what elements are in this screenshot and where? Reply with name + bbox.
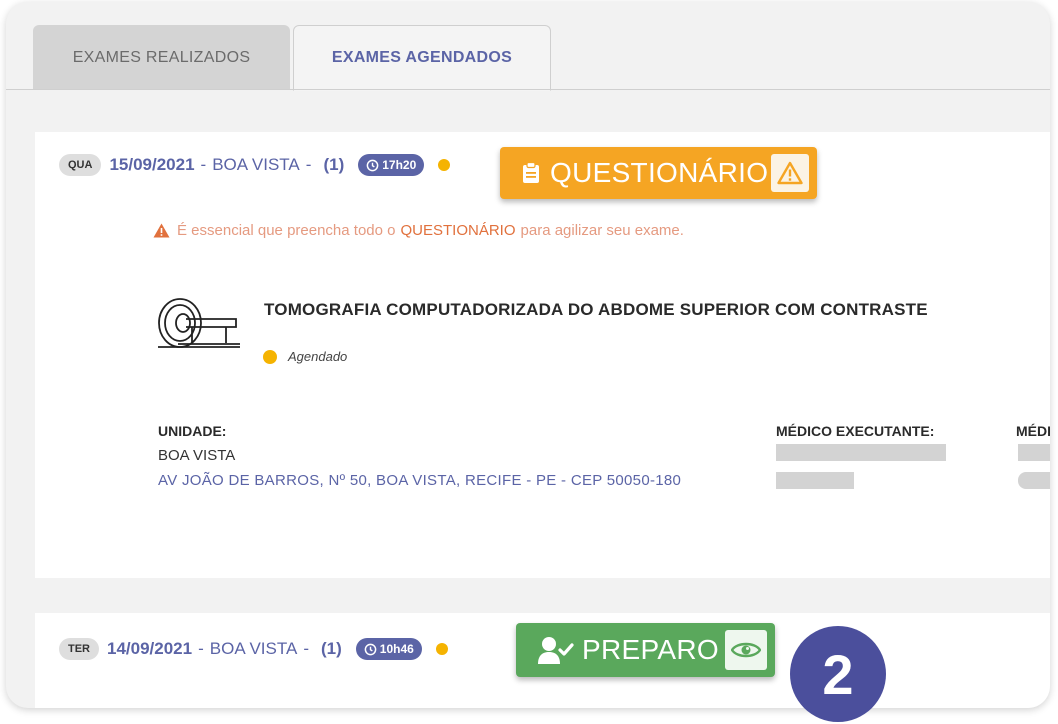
doctor-label: MÉDICO EXECUTANTE: [776,423,935,439]
tab-exames-agendados[interactable]: EXAMES AGENDADOS [293,25,551,91]
separator: - [305,155,312,174]
redacted-value [1018,472,1050,489]
questionario-warning: É essencial que preencha todo o QUESTION… [153,222,684,239]
appointment-time: 17h20 [382,158,417,172]
exam-status: Agendado [263,349,347,364]
unit-name: BOA VISTA [158,447,236,464]
separator: - [200,155,207,174]
warning-text-end: para agilizar seu exame. [520,222,684,239]
appointment-header: TER 14/09/2021 - BOA VISTA - (1) 10h46 [59,634,448,664]
tab-exames-realizados[interactable]: EXAMES REALIZADOS [33,25,290,90]
clock-icon [364,643,377,655]
warning-icon [771,154,809,192]
separator: - [303,639,309,658]
appointment-date: 15/09/2021 [109,155,195,174]
user-check-icon [538,636,574,664]
unit-address[interactable]: AV JOÃO DE BARROS, Nº 50, BOA VISTA, REC… [158,472,681,489]
appointment-unit: BOA VISTA [209,639,298,658]
appointment-date: 14/09/2021 [107,639,193,658]
clipboard-icon [522,162,540,184]
questionario-label: QUESTIONÁRIO [550,157,769,188]
status-dot [263,349,277,364]
preparo-label: PREPARO [582,634,719,665]
eye-icon [725,630,767,670]
exam-title: TOMOGRAFIA COMPUTADORIZADA DO ABDOME SUP… [264,300,928,319]
redacted-value [1018,444,1050,461]
step-number-badge: 2 [790,626,886,722]
redacted-doctor-id [776,472,854,489]
clock-icon [366,159,379,171]
appointment-time: 10h46 [379,642,414,656]
warning-highlight: QUESTIONÁRIO [400,222,516,239]
time-badge: 10h46 [355,638,422,660]
ct-scanner-icon [158,298,240,348]
tab-divider [6,89,1050,90]
separator: - [198,639,204,658]
status-dot [435,643,448,655]
third-column-label: MÉDI [1016,423,1050,439]
warning-text: É essencial que preencha todo o [177,222,396,239]
appointment-card: TER 14/09/2021 - BOA VISTA - (1) 10h46 P… [35,613,1050,708]
warning-icon [153,223,170,238]
exam-count: (1) [323,155,345,174]
preparo-button[interactable]: PREPARO [516,623,775,677]
status-dot [438,159,451,171]
appointment-header: QUA 15/09/2021 - BOA VISTA - (1) 17h20 [59,150,451,180]
weekday-badge: QUA [59,154,102,176]
app-frame: EXAMES REALIZADOS EXAMES AGENDADOS QUA 1… [6,2,1050,708]
time-badge: 17h20 [358,154,425,176]
unit-label: UNIDADE: [158,423,227,439]
weekday-badge: TER [59,638,99,660]
redacted-doctor-name [776,444,946,461]
exam-status-label: Agendado [288,349,348,364]
appointment-card: QUA 15/09/2021 - BOA VISTA - (1) 17h20 Q… [35,132,1050,578]
questionario-button[interactable]: QUESTIONÁRIO [500,147,817,199]
tab-bar: EXAMES REALIZADOS EXAMES AGENDADOS [6,2,1050,91]
exam-count: (1) [321,639,342,658]
appointment-unit: BOA VISTA [212,155,300,174]
